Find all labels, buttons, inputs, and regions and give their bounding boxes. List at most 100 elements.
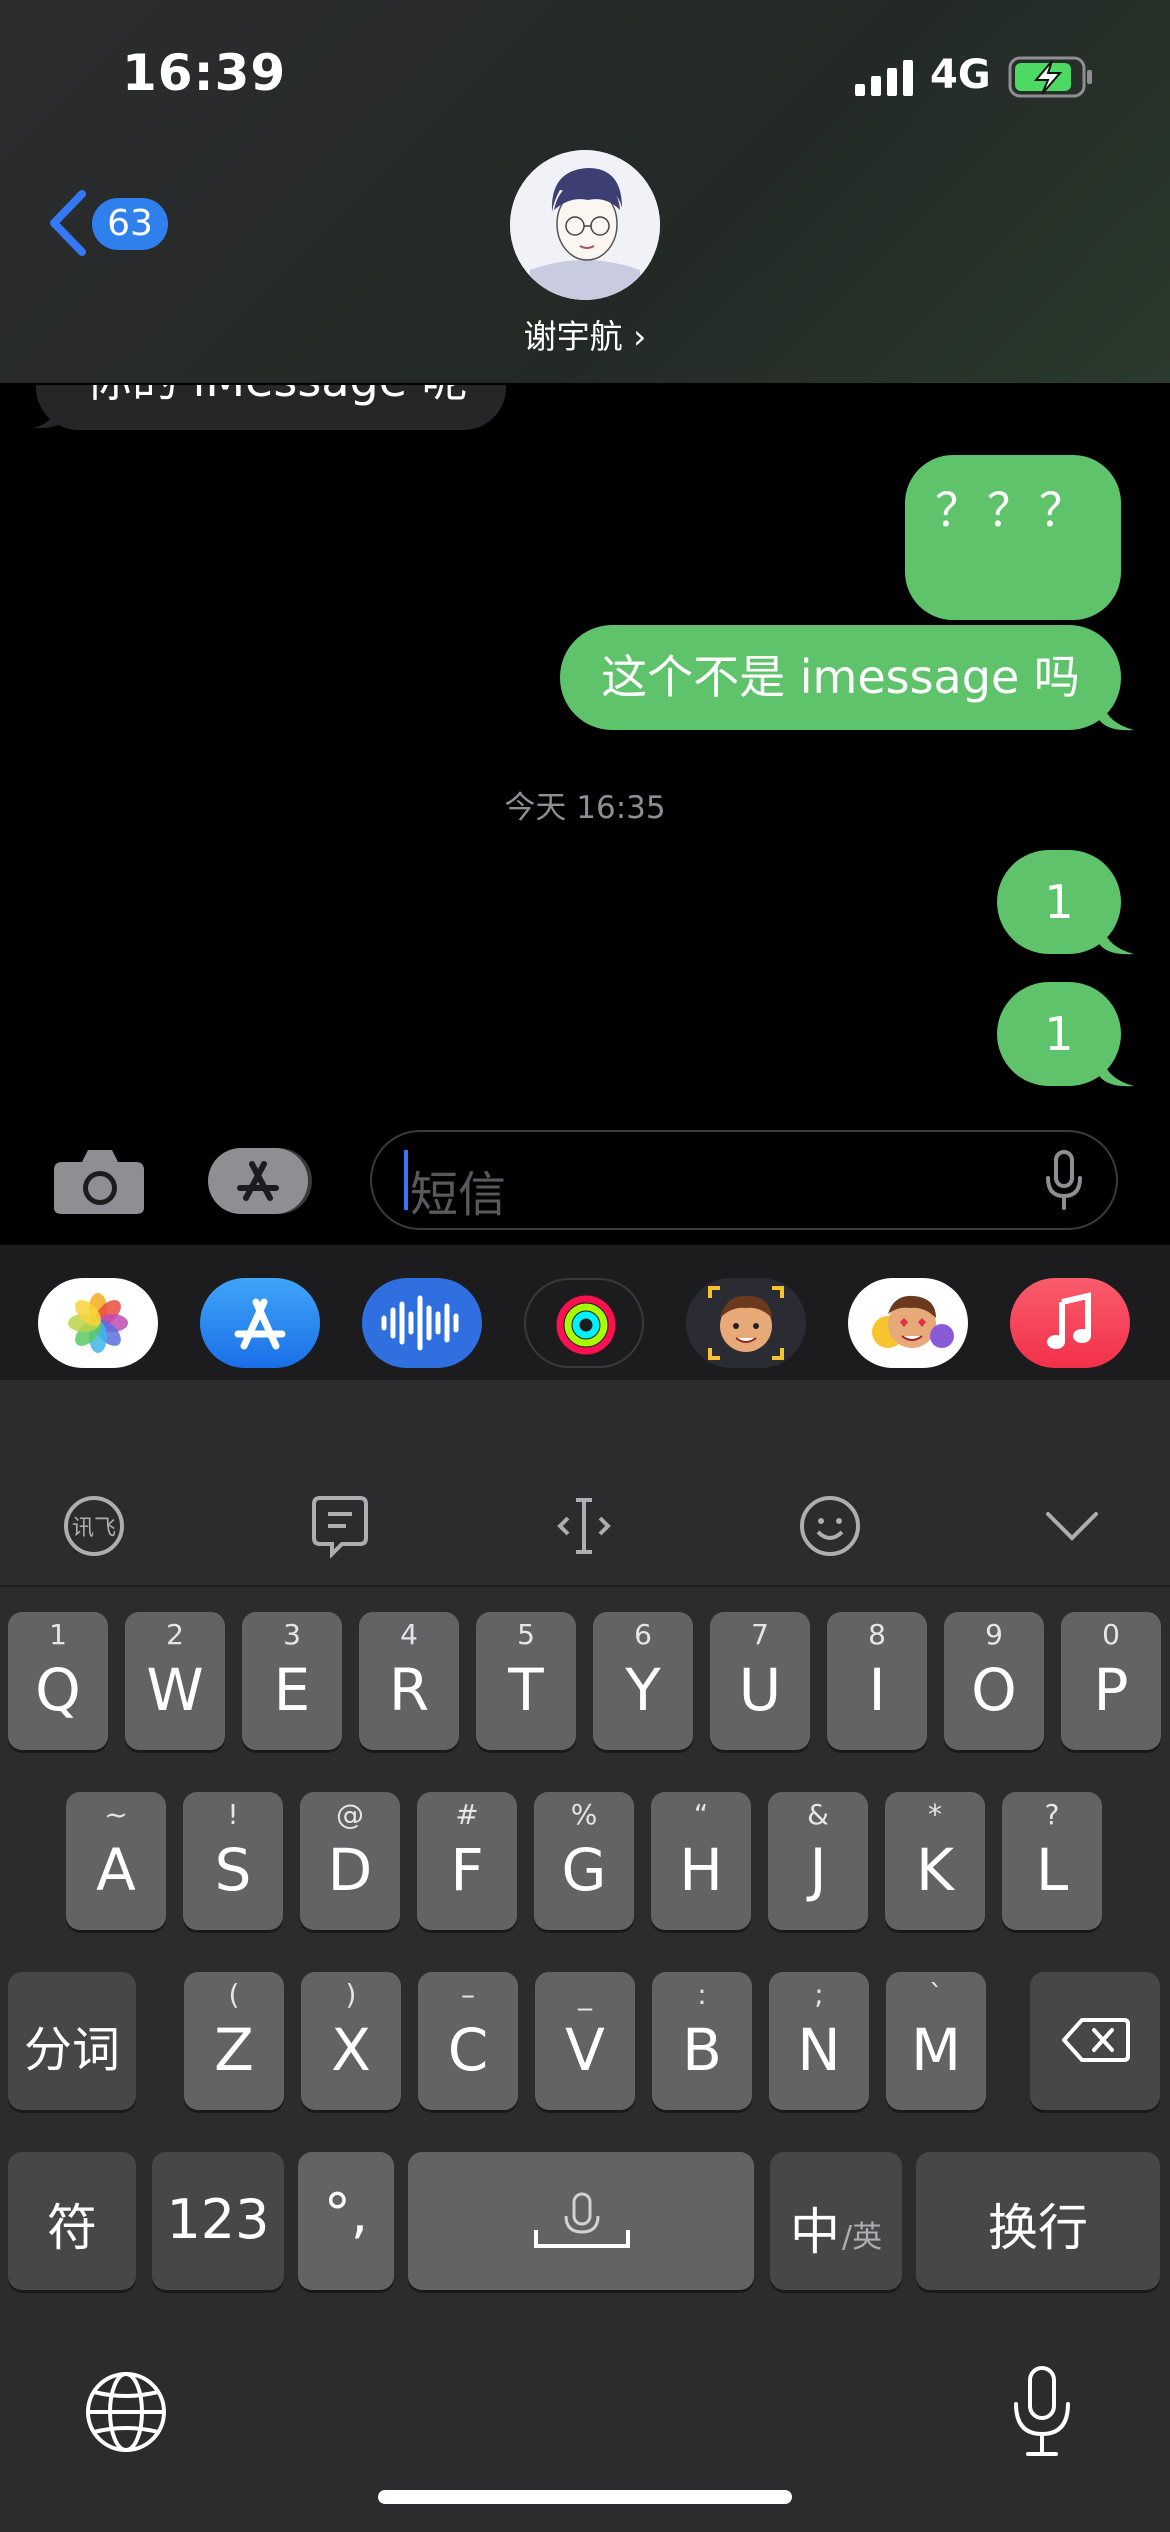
- key-secondary-label: `: [929, 1978, 943, 2011]
- activity-icon[interactable]: [524, 1278, 644, 1368]
- keyboard-collapse-icon[interactable]: [1044, 1506, 1100, 1546]
- key-primary-label: I: [868, 1656, 886, 1724]
- key-primary-label: P: [1093, 1656, 1129, 1724]
- key-t[interactable]: 5T: [476, 1612, 576, 1750]
- message-input-placeholder: 短信: [410, 1167, 507, 1223]
- key-w[interactable]: 2W: [125, 1612, 225, 1750]
- key-primary-label: Q: [35, 1656, 81, 1724]
- bubble-tail: [1098, 922, 1134, 955]
- key-d[interactable]: @ D: [300, 1792, 400, 1930]
- key-y[interactable]: 6Y: [593, 1612, 693, 1750]
- key-r[interactable]: 4R: [359, 1612, 459, 1750]
- cursor-move-icon[interactable]: [552, 1494, 616, 1558]
- key-c[interactable]: – C: [418, 1972, 518, 2110]
- key-primary-label: K: [915, 1836, 955, 1904]
- camera-icon[interactable]: [52, 1146, 146, 1216]
- key-primary-label: J: [809, 1836, 827, 1904]
- unread-count-badge[interactable]: 63: [92, 198, 168, 250]
- key-label: 分词: [23, 2022, 120, 2078]
- key-l[interactable]: ? L: [1002, 1792, 1102, 1930]
- key-e[interactable]: 3E: [242, 1612, 342, 1750]
- key-q[interactable]: 1Q: [8, 1612, 108, 1750]
- key-secondary-label: 6: [634, 1618, 652, 1651]
- key-punctuation[interactable]: °,: [298, 2152, 394, 2290]
- toolbar-divider: [0, 1585, 1170, 1587]
- cellular-signal-icon: [855, 60, 913, 96]
- key-space[interactable]: [408, 2152, 754, 2290]
- key-secondary-label: ?: [1044, 1798, 1060, 1831]
- key-secondary-label: *: [928, 1798, 942, 1831]
- key-primary-label: Y: [625, 1656, 661, 1724]
- key-delete[interactable]: [1030, 1972, 1160, 2110]
- key-numbers[interactable]: 123: [152, 2152, 284, 2290]
- key-primary-label: D: [327, 1836, 373, 1904]
- key-secondary-label: 0: [1102, 1618, 1120, 1651]
- globe-icon[interactable]: [84, 2370, 168, 2454]
- key-primary-label: N: [797, 2016, 841, 2084]
- key-label: °,: [323, 2182, 369, 2245]
- audio-message-icon[interactable]: [362, 1278, 482, 1368]
- key-secondary-label: 7: [751, 1618, 769, 1651]
- key-label: 符: [47, 2199, 97, 2257]
- contact-name[interactable]: 谢宇航 ›: [0, 310, 1170, 358]
- key-secondary-label: 4: [400, 1618, 418, 1651]
- key-secondary-label: “: [693, 1798, 709, 1831]
- key-symbols[interactable]: 符: [8, 2152, 136, 2290]
- key-b[interactable]: :B: [652, 1972, 752, 2110]
- photos-icon[interactable]: [38, 1278, 158, 1368]
- key-primary-label: T: [508, 1656, 544, 1724]
- clipboard-phrases-icon[interactable]: [308, 1494, 372, 1558]
- key-label-zh: 中: [790, 2203, 840, 2261]
- key-k[interactable]: * K: [885, 1792, 985, 1930]
- key-secondary-label: :: [697, 1978, 707, 2011]
- key-label-en: /英: [842, 2220, 883, 2255]
- key-secondary-label: 2: [166, 1618, 184, 1651]
- key-g[interactable]: % G: [534, 1792, 634, 1930]
- app-store-apps-icon[interactable]: [208, 1146, 318, 1216]
- home-indicator[interactable]: [378, 2490, 792, 2504]
- key-primary-label: G: [561, 1836, 607, 1904]
- key-word-segment[interactable]: 分词: [8, 1972, 136, 2110]
- contact-avatar[interactable]: [510, 150, 660, 300]
- key-u[interactable]: 7U: [710, 1612, 810, 1750]
- bubble-tail: [32, 400, 64, 429]
- key-j[interactable]: & J: [768, 1792, 868, 1930]
- key-primary-label: W: [146, 1656, 204, 1724]
- key-z[interactable]: (Z: [184, 1972, 284, 2110]
- key-label: 换行: [988, 2199, 1088, 2257]
- key-label: 123: [166, 2188, 270, 2251]
- app-store-icon[interactable]: [200, 1278, 320, 1368]
- key-primary-label: R: [388, 1656, 430, 1724]
- bubble-tail: [1098, 1054, 1134, 1087]
- key-m[interactable]: ` M: [886, 1972, 986, 2110]
- delete-icon: [1062, 2018, 1130, 2062]
- key-a[interactable]: ~ A: [66, 1792, 166, 1930]
- key-i[interactable]: 8I: [827, 1612, 927, 1750]
- key-secondary-label: ~: [104, 1798, 128, 1831]
- back-chevron-icon[interactable]: [46, 190, 90, 256]
- key-v[interactable]: _ V: [535, 1972, 635, 2110]
- key-secondary-label: @: [336, 1798, 364, 1831]
- dictation-mic-icon[interactable]: [1044, 1150, 1084, 1212]
- message-timestamp: 今天 16:35: [504, 790, 666, 826]
- key-o[interactable]: 9O: [944, 1612, 1044, 1750]
- dictation-icon[interactable]: [1010, 2364, 1074, 2460]
- key-secondary-label: 3: [283, 1618, 301, 1651]
- key-h[interactable]: “H: [651, 1792, 751, 1930]
- key-f[interactable]: # F: [417, 1792, 517, 1930]
- ime-logo-icon[interactable]: 讯飞: [62, 1494, 126, 1558]
- key-s[interactable]: ! S: [183, 1792, 283, 1930]
- key-p[interactable]: 0P: [1061, 1612, 1161, 1750]
- key-primary-label: M: [910, 2016, 962, 2084]
- key-return[interactable]: 换行: [916, 2152, 1160, 2290]
- memoji-icon[interactable]: [686, 1278, 806, 1368]
- key-n[interactable]: ; N: [769, 1972, 869, 2110]
- key-language-toggle[interactable]: 中 /英: [770, 2152, 902, 2290]
- key-primary-label: F: [450, 1836, 484, 1904]
- music-icon[interactable]: [1010, 1278, 1130, 1368]
- key-primary-label: H: [679, 1836, 723, 1904]
- animoji-stickers-icon[interactable]: [848, 1278, 968, 1368]
- text-caret: [404, 1150, 408, 1210]
- key-x[interactable]: ) X: [301, 1972, 401, 2110]
- emoji-icon[interactable]: [798, 1494, 862, 1558]
